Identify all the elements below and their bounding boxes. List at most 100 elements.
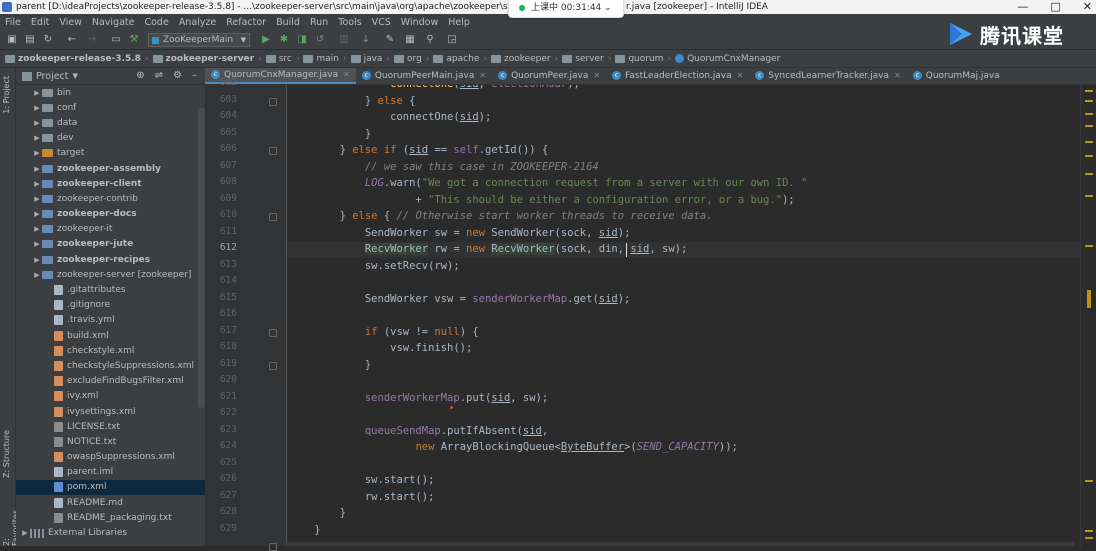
tree-item[interactable]: ▶ zookeeper-assembly: [16, 161, 205, 176]
tree-item[interactable]: ▶ conf: [16, 100, 205, 115]
tab-fastleaderelection[interactable]: c FastLeaderElection.java ✕: [606, 68, 749, 84]
breadcrumb-item[interactable]: org: [394, 54, 422, 64]
tree-item[interactable]: .gitignore: [16, 298, 205, 313]
expand-arrow-icon[interactable]: ▶: [32, 134, 42, 142]
fold-marker-icon[interactable]: [269, 213, 277, 221]
breadcrumb-item[interactable]: zookeeper-release-3.5.8: [5, 54, 141, 64]
expand-arrow-icon[interactable]: ▶: [32, 165, 42, 173]
tab-quorummaj[interactable]: c QuorumMaj.java: [907, 68, 1006, 84]
menu-code[interactable]: Code: [144, 17, 168, 28]
tab-quorumpeermain[interactable]: c QuorumPeerMain.java ✕: [356, 68, 492, 84]
tree-item[interactable]: ivysettings.xml: [16, 404, 205, 419]
tree-item[interactable]: ▶ dev: [16, 131, 205, 146]
breadcrumb-item[interactable]: quorum: [615, 54, 663, 64]
tree-item[interactable]: ▶ zookeeper-jute: [16, 237, 205, 252]
close-icon[interactable]: ✕: [479, 71, 486, 80]
expand-arrow-icon[interactable]: ▶: [32, 104, 42, 112]
expand-arrow-icon[interactable]: ▶: [32, 271, 42, 279]
menu-file[interactable]: File: [5, 17, 21, 28]
tree-item[interactable]: ▶ zookeeper-recipes: [16, 252, 205, 267]
locate-icon[interactable]: ⊕: [136, 70, 144, 81]
tree-item[interactable]: ▶ zookeeper-docs: [16, 207, 205, 222]
tree-item[interactable]: checkstyleSuppressions.xml: [16, 358, 205, 373]
tree-item[interactable]: .travis.yml: [16, 313, 205, 328]
tree-item[interactable]: .gitattributes: [16, 282, 205, 297]
hide-icon[interactable]: –: [192, 70, 197, 81]
project-scrollbar[interactable]: [198, 108, 205, 408]
tree-item[interactable]: README.md: [16, 495, 205, 510]
close-icon[interactable]: ✕: [894, 71, 901, 80]
open-folder-icon[interactable]: ▣: [6, 34, 18, 46]
tab-syncedlearnertracker[interactable]: c SyncedLearnerTracker.java ✕: [749, 68, 906, 84]
tree-item[interactable]: ▶ zookeeper-it: [16, 222, 205, 237]
live-class-badge[interactable]: 上课中 00:31:44 ⌄: [508, 0, 624, 18]
menu-build[interactable]: Build: [276, 17, 300, 28]
close-icon[interactable]: ✕: [593, 71, 600, 80]
menu-edit[interactable]: Edit: [31, 17, 49, 28]
expand-arrow-icon[interactable]: ▶: [32, 240, 42, 248]
tree-item[interactable]: ▶ zookeeper-client: [16, 176, 205, 191]
project-panel-title[interactable]: Project: [36, 71, 69, 82]
profile-icon[interactable]: ↺: [314, 34, 326, 46]
close-icon[interactable]: ✕: [343, 70, 350, 79]
chevron-down-icon[interactable]: ▼: [73, 72, 78, 80]
menu-navigate[interactable]: Navigate: [92, 17, 135, 28]
sdk-icon[interactable]: ▦: [404, 34, 416, 46]
tree-item[interactable]: ivy.xml: [16, 389, 205, 404]
coverage-icon[interactable]: ◨: [296, 34, 308, 46]
maximize-icon[interactable]: □: [1050, 0, 1060, 14]
tab-structure[interactable]: Z: Structure: [2, 430, 11, 478]
forward-icon[interactable]: →: [86, 34, 98, 46]
tree-item[interactable]: ▶ zookeeper-server [zookeeper]: [16, 267, 205, 282]
fold-marker-icon[interactable]: [269, 361, 277, 370]
breadcrumb-item[interactable]: QuorumCnxManager: [675, 54, 780, 64]
breadcrumb-item[interactable]: src: [265, 54, 292, 64]
stop-icon[interactable]: ▥: [338, 34, 350, 46]
update-icon[interactable]: ↓: [360, 34, 372, 46]
expand-arrow-icon[interactable]: ▶: [32, 180, 42, 188]
breadcrumb-item[interactable]: apache: [433, 54, 479, 64]
code-area[interactable]: connectOne(sid, electionAddr); } else { …: [289, 85, 1080, 546]
debug-icon[interactable]: ✱: [278, 34, 290, 46]
breadcrumb-item[interactable]: server: [562, 54, 604, 64]
fold-marker-icon[interactable]: [269, 97, 277, 106]
breadcrumb-item[interactable]: java: [350, 54, 382, 64]
expand-arrow-icon[interactable]: ▶: [32, 210, 42, 218]
collapse-icon[interactable]: ⇌: [155, 70, 163, 81]
build-hammer-icon[interactable]: ⚒: [128, 34, 140, 46]
tree-item[interactable]: README_packaging.txt: [16, 510, 205, 525]
vcs-icon[interactable]: ◲: [446, 34, 458, 46]
tab-project[interactable]: 1: Project: [2, 76, 11, 114]
horizontal-scrollbar[interactable]: [285, 542, 1075, 546]
menu-run[interactable]: Run: [310, 17, 328, 28]
run-icon[interactable]: ▶: [260, 34, 272, 46]
expand-arrow-icon[interactable]: ▶: [32, 119, 42, 127]
save-icon[interactable]: ▤: [24, 34, 36, 46]
search-icon[interactable]: ⚲: [424, 34, 436, 46]
gear-icon[interactable]: ⚙: [173, 70, 182, 81]
tree-item[interactable]: checkstyle.xml: [16, 343, 205, 358]
tree-item[interactable]: ▶ data: [16, 115, 205, 130]
menu-help[interactable]: Help: [448, 17, 470, 28]
menu-analyze[interactable]: Analyze: [179, 17, 216, 28]
fold-marker-icon[interactable]: [269, 147, 277, 155]
expand-arrow-icon[interactable]: ▶: [32, 256, 42, 264]
line-number-gutter[interactable]: 602 603 604 605 606 607 608 609 610 611 612 613 614 6…: [205, 77, 287, 551]
tree-item[interactable]: ▶ bin: [16, 85, 205, 100]
tree-item[interactable]: LICENSE.txt: [16, 419, 205, 434]
tree-item[interactable]: ▶ External Libraries: [16, 525, 205, 540]
breadcrumb-item[interactable]: main: [303, 54, 339, 64]
minimize-icon[interactable]: —: [1017, 0, 1028, 14]
tree-item[interactable]: parent.iml: [16, 465, 205, 480]
menu-tools[interactable]: Tools: [338, 17, 361, 28]
tree-item[interactable]: owaspSuppressions.xml: [16, 450, 205, 465]
tree-item[interactable]: build.xml: [16, 328, 205, 343]
back-icon[interactable]: ←: [66, 34, 78, 46]
settings-wrench-icon[interactable]: ✎: [384, 34, 396, 46]
menu-vcs[interactable]: VCS: [372, 17, 391, 28]
breadcrumb-item[interactable]: zookeeper-server: [152, 54, 254, 64]
tree-item[interactable]: pom.xml: [16, 479, 205, 496]
sync-icon[interactable]: ↻: [42, 34, 54, 46]
run-configuration-select[interactable]: ZooKeeperMain ▼: [148, 33, 250, 47]
expand-arrow-icon[interactable]: ▶: [32, 149, 42, 157]
